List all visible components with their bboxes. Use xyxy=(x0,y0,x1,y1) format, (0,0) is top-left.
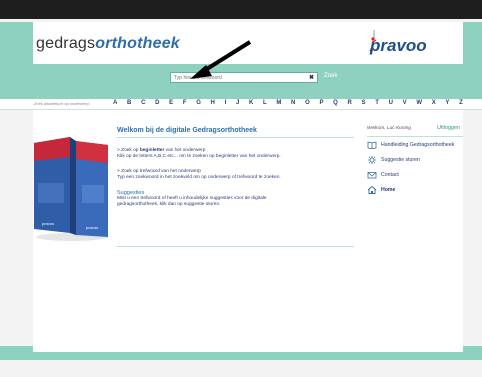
sidebar-item-suggestie[interactable]: Suggestie sturen xyxy=(367,154,463,165)
arrow-annotation-icon xyxy=(190,40,252,79)
alphabet-letter-v[interactable]: V xyxy=(403,100,407,109)
alphabet-letter-l[interactable]: L xyxy=(263,100,267,109)
search-button[interactable]: Zoek xyxy=(324,73,337,79)
alphabet-letter-j[interactable]: J xyxy=(236,100,239,109)
alphabet-letter-f[interactable]: F xyxy=(183,100,187,109)
svg-text:pravoo: pravoo xyxy=(42,221,55,226)
envelope-icon xyxy=(367,171,377,178)
sidebar-item-label: Contact xyxy=(381,171,399,178)
p2-line2: Typ een zoekwoord in het zoekveld om op … xyxy=(117,175,281,180)
p1-bold: beginletter xyxy=(139,148,165,153)
alphabet-letter-h[interactable]: H xyxy=(211,100,215,109)
clear-icon[interactable]: ✖ xyxy=(309,74,314,82)
alphabet-letter-n[interactable]: N xyxy=(291,100,295,109)
alphabet-letter-d[interactable]: D xyxy=(155,100,159,109)
logo-plain: gedrags xyxy=(36,35,96,52)
p1-line2: Klik op de letters A,B,C etc... om te zo… xyxy=(117,154,281,159)
alphabet-letter-y[interactable]: Y xyxy=(445,100,449,109)
sidebar-divider-top xyxy=(367,136,463,137)
welcome-title: Welkom bij de digitale Gedragsorthotheek xyxy=(117,127,257,134)
sidebar-item-label: Handleiding Gedragsorthotheek xyxy=(381,141,455,148)
pravoo-logo[interactable]: pravoo xyxy=(368,30,438,56)
keyword-search-instructions: > Zoek op trefwoord van het onderwerp Ty… xyxy=(117,169,337,181)
home-icon xyxy=(367,185,377,194)
alphabet-letter-e[interactable]: E xyxy=(169,100,173,109)
gear-icon xyxy=(368,155,376,164)
alphabet-letter-x[interactable]: X xyxy=(432,100,436,109)
letter-search-instructions: > Zoek op beginletter van het onderwerp … xyxy=(117,148,337,160)
p1-pre: > Zoek op xyxy=(117,148,140,153)
pravoo-wordmark: pravoo xyxy=(370,36,427,55)
alphabet-letter-i[interactable]: I xyxy=(225,100,227,109)
title-divider xyxy=(117,137,354,138)
alphabet-letter-g[interactable]: G xyxy=(196,100,201,109)
alphabet-letter-k[interactable]: K xyxy=(249,100,253,109)
sidebar-item-contact[interactable]: Contact xyxy=(367,169,463,180)
sidebar-item-handleiding[interactable]: Handleiding Gedragsorthotheek xyxy=(367,139,463,150)
footer-panel xyxy=(33,346,463,352)
logout-link[interactable]: Uitloggen xyxy=(437,125,460,131)
alphabet-letter-o[interactable]: O xyxy=(305,100,310,109)
alphabet-letter-m[interactable]: M xyxy=(276,100,281,109)
alphabet-letter-u[interactable]: U xyxy=(389,100,393,109)
welcome-user: Welkom, Luc Koning xyxy=(367,126,411,131)
svg-text:pravoo: pravoo xyxy=(86,225,99,230)
p1-post: van het onderwerp xyxy=(164,148,206,153)
window-top-bar xyxy=(0,0,482,19)
alphabet-letter-p[interactable]: P xyxy=(319,100,323,109)
alphabet-letter-t[interactable]: T xyxy=(375,100,379,109)
alphabet-letter-r[interactable]: R xyxy=(348,100,352,109)
sidebar-item-home[interactable]: Home xyxy=(367,184,463,195)
alphabet-letter-z[interactable]: Z xyxy=(459,100,463,109)
content-divider xyxy=(117,246,354,247)
alphabet-letter-s[interactable]: S xyxy=(362,100,366,109)
alphabet-letter-q[interactable]: Q xyxy=(333,100,338,109)
alphabet-letter-w[interactable]: W xyxy=(416,100,422,109)
sidebar-item-label: Suggestie sturen xyxy=(381,156,420,163)
alphabet-letters: A B C D E FG H IJ K LM N OP Q R ST U VW XY Z xyxy=(113,100,463,109)
book-icon xyxy=(367,140,377,149)
alphabet-letter-b[interactable]: B xyxy=(127,100,131,109)
alphabet-letter-a[interactable]: A xyxy=(113,100,117,109)
binder-image: pravoo pravoo xyxy=(34,137,108,241)
logo-accent: orthotheek xyxy=(95,35,180,52)
p3-line2: gedragsorthotheek, klik dan op suggestie… xyxy=(117,202,221,207)
alphabet-hint: Zoek alfabetisch op onderwerp: xyxy=(34,101,90,106)
sidebar-item-label: Home xyxy=(381,186,396,193)
gedragsorthotheek-logo[interactable]: gedragsorthotheek xyxy=(36,35,180,53)
alphabet-letter-c[interactable]: C xyxy=(141,100,145,109)
suggestions-block: Suggesties Mist u een trefwoord of heeft… xyxy=(117,190,337,208)
